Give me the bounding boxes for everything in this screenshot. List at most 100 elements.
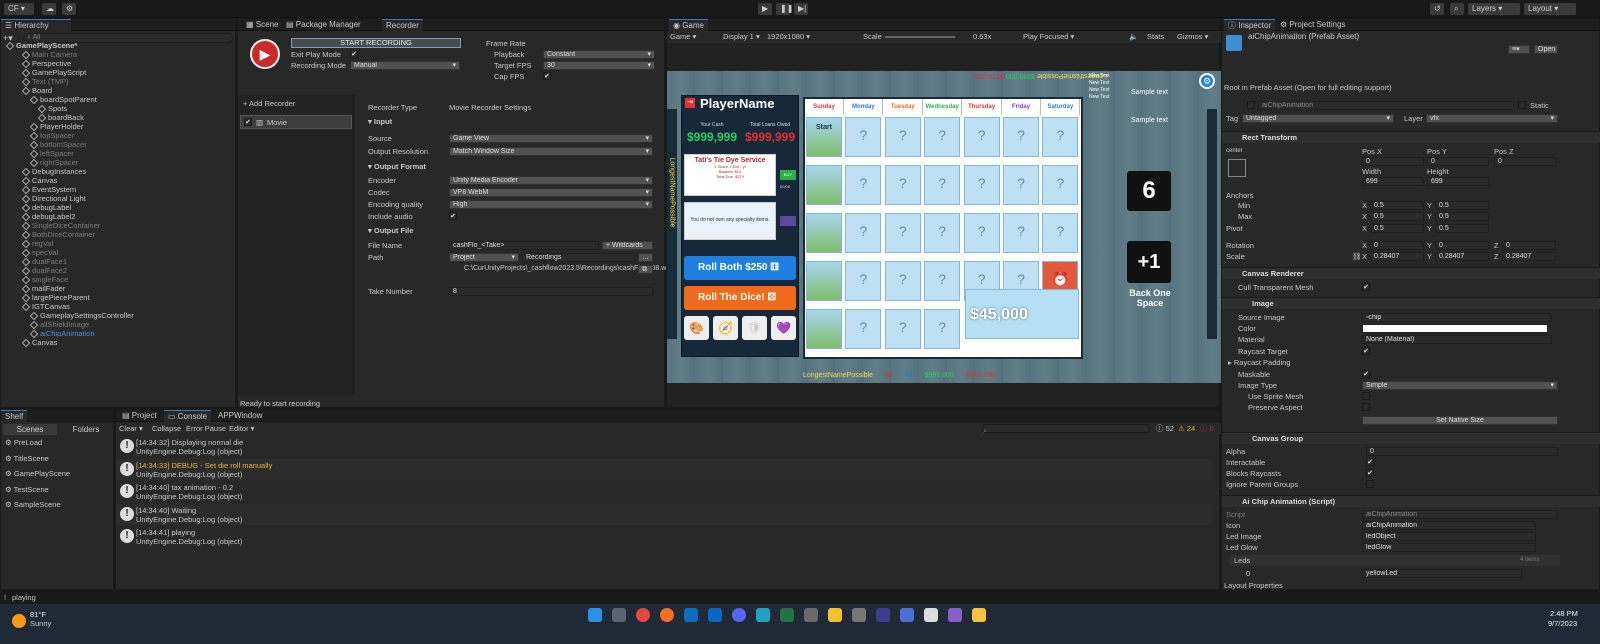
tab-recorder[interactable]: Recorder: [382, 19, 423, 31]
raycast-padding-foldout[interactable]: ▸ Raycast Padding: [1228, 358, 1291, 367]
hierarchy-item[interactable]: Main Camera: [1, 50, 237, 60]
editor-dropdown[interactable]: Editor ▾: [229, 423, 254, 434]
calendar-cell[interactable]: ?: [963, 117, 1000, 157]
max-x-input[interactable]: 0.5: [1370, 212, 1424, 221]
link-icon[interactable]: ⛓: [1352, 252, 1362, 261]
console-log-entry[interactable]: ! [14:34:32] Displaying normal die UnityEn…: [116, 436, 1211, 457]
hierarchy-item[interactable]: PlayerHolder: [1, 122, 237, 132]
recorder-item-movie[interactable]: ✔ ▥ Movie: [240, 115, 352, 129]
cull-mesh-checkbox[interactable]: ✔: [1362, 283, 1370, 291]
led-image-field[interactable]: ledObject: [1362, 532, 1536, 541]
tab-scene[interactable]: ▦ Scene: [242, 19, 282, 31]
record-button[interactable]: ▶: [250, 39, 280, 69]
pause-button[interactable]: ❚❚: [776, 3, 793, 15]
calendar-cell[interactable]: Start: [806, 117, 842, 157]
browse-button[interactable]: …: [638, 253, 653, 262]
app-icon-3[interactable]: [876, 608, 890, 622]
posx-input[interactable]: 0: [1362, 157, 1424, 166]
store-icon[interactable]: [828, 608, 842, 622]
calendar-cell[interactable]: ?: [845, 213, 882, 253]
hierarchy-item[interactable]: Canvas: [1, 176, 237, 186]
hierarchy-item[interactable]: boardBack: [1, 113, 237, 123]
hierarchy-item[interactable]: BothDiceContainer: [1, 230, 237, 240]
posz-input[interactable]: 0: [1494, 157, 1556, 166]
pivot-x-input[interactable]: 0.5: [1370, 224, 1424, 233]
linkedin-icon[interactable]: [708, 608, 722, 622]
rotation-y-input[interactable]: 0: [1435, 241, 1489, 250]
target-fps-dropdown[interactable]: 30 ▾: [543, 61, 655, 70]
anchors-label[interactable]: Anchors: [1226, 191, 1254, 200]
heart-icon[interactable]: 💜: [771, 316, 796, 340]
include-audio-checkbox[interactable]: ✔: [449, 212, 457, 220]
cloud-icon[interactable]: ☁: [42, 3, 56, 15]
hierarchy-item[interactable]: largePieceParent: [1, 293, 237, 303]
layout-properties[interactable]: Layout Properties: [1224, 581, 1283, 590]
maskable-checkbox[interactable]: ✔: [1362, 370, 1370, 378]
icon-field[interactable]: aiChipAnimation: [1362, 521, 1536, 530]
hierarchy-item[interactable]: leftSpacer: [1, 149, 237, 159]
canvas-group-header[interactable]: Canvas Group: [1222, 432, 1600, 444]
hierarchy-item[interactable]: EventSystem: [1, 185, 237, 195]
hierarchy-item[interactable]: Spots: [1, 104, 237, 114]
error-count-badge[interactable]: ⓘ 0: [1200, 423, 1214, 434]
excel-icon[interactable]: [780, 608, 794, 622]
output-format-section[interactable]: ▾ Output Format: [368, 162, 426, 171]
console-log-entry[interactable]: ! [14:34:41] playing UnityEngine.Debug:Log…: [116, 526, 1211, 547]
calendar-cell[interactable]: ?: [884, 117, 921, 157]
unity-icon[interactable]: [924, 608, 938, 622]
hierarchy-item[interactable]: Text (TMP): [1, 77, 237, 87]
calendar-cell[interactable]: ?: [884, 165, 921, 205]
cap-fps-checkbox[interactable]: ✔: [543, 72, 551, 80]
rotation-x-input[interactable]: 0: [1370, 241, 1424, 250]
hierarchy-item[interactable]: bottomSpacer: [1, 140, 237, 150]
ignore-parent-groups-checkbox[interactable]: [1366, 480, 1374, 488]
hierarchy-item[interactable]: mailFader: [1, 284, 237, 294]
tab-shelf[interactable]: Shelf: [1, 410, 28, 422]
hierarchy-item[interactable]: Canvas: [1, 338, 237, 348]
image-header[interactable]: Image: [1222, 297, 1600, 309]
static-checkbox[interactable]: [1518, 101, 1526, 109]
leds-list-header[interactable]: Leds 4 items: [1230, 555, 1560, 566]
led-0-field[interactable]: yellowLed: [1362, 569, 1522, 578]
rect-transform-header[interactable]: Rect Transform: [1222, 131, 1600, 143]
hierarchy-item[interactable]: aiChipAnimation: [1, 329, 237, 339]
task-view-icon[interactable]: [612, 608, 626, 622]
game-mode-dropdown[interactable]: Game ▾: [670, 31, 696, 43]
console-log-entry[interactable]: ! [14:34:40] Waiting UnityEngine.Debug:Log…: [116, 503, 1211, 525]
min-x-input[interactable]: 0.5: [1370, 201, 1424, 210]
tag-dropdown[interactable]: Untagged ▾: [1242, 114, 1394, 123]
script-header[interactable]: Ai Chip Animation (Script): [1222, 495, 1600, 507]
settings-gear-icon[interactable]: ⚙: [1199, 73, 1215, 89]
discord-icon[interactable]: [732, 608, 746, 622]
tab-console[interactable]: ▭ Console: [164, 410, 212, 422]
calendar-cell[interactable]: ?: [963, 213, 1000, 253]
tab-inspector[interactable]: ⓘ Inspector: [1224, 19, 1276, 31]
hierarchy-item[interactable]: DebugInstances: [1, 167, 237, 177]
calendar-cell[interactable]: ?: [845, 309, 882, 349]
hierarchy-item[interactable]: allShieldImage: [1, 320, 237, 330]
exit-icon[interactable]: ⇥: [685, 98, 695, 108]
tool-button-2[interactable]: 🧭: [713, 316, 738, 340]
scenes-tab[interactable]: Scenes: [3, 424, 57, 435]
warning-count-badge[interactable]: ⚠ 24: [1178, 423, 1195, 434]
open-button[interactable]: Open: [1534, 45, 1558, 54]
recording-mode-dropdown[interactable]: Manual ▾: [350, 61, 460, 70]
step-button[interactable]: ▶|: [794, 3, 808, 15]
error-pause-button[interactable]: Error Pause: [186, 423, 226, 434]
history-icon[interactable]: ↺: [1430, 3, 1444, 15]
app-icon-4[interactable]: [900, 608, 914, 622]
search-icon[interactable]: ⌕: [1450, 3, 1464, 15]
calendar-cell[interactable]: ?: [1003, 117, 1039, 157]
source-dropdown[interactable]: Game View ▾: [449, 134, 653, 143]
hierarchy-item[interactable]: debugLabel: [1, 203, 237, 213]
width-input[interactable]: 699: [1362, 177, 1424, 186]
output-resolution-dropdown[interactable]: Match Window Size ▾: [449, 147, 653, 156]
calendar-cell[interactable]: ?: [924, 213, 961, 253]
hierarchy-item[interactable]: singleFace: [1, 275, 237, 285]
exit-play-mode-checkbox[interactable]: ✔: [350, 50, 358, 58]
gizmos-dropdown[interactable]: Gizmos ▾: [1177, 31, 1208, 43]
hierarchy-item[interactable]: Perspective: [1, 59, 237, 69]
console-log-entry[interactable]: ! [14:34:40] tax animation - 0.2 UnityEngi…: [116, 481, 1211, 502]
log-count-badge[interactable]: ⓘ 52: [1156, 423, 1174, 434]
roll-dice-button[interactable]: Roll The Dice! ⚄: [684, 286, 796, 310]
